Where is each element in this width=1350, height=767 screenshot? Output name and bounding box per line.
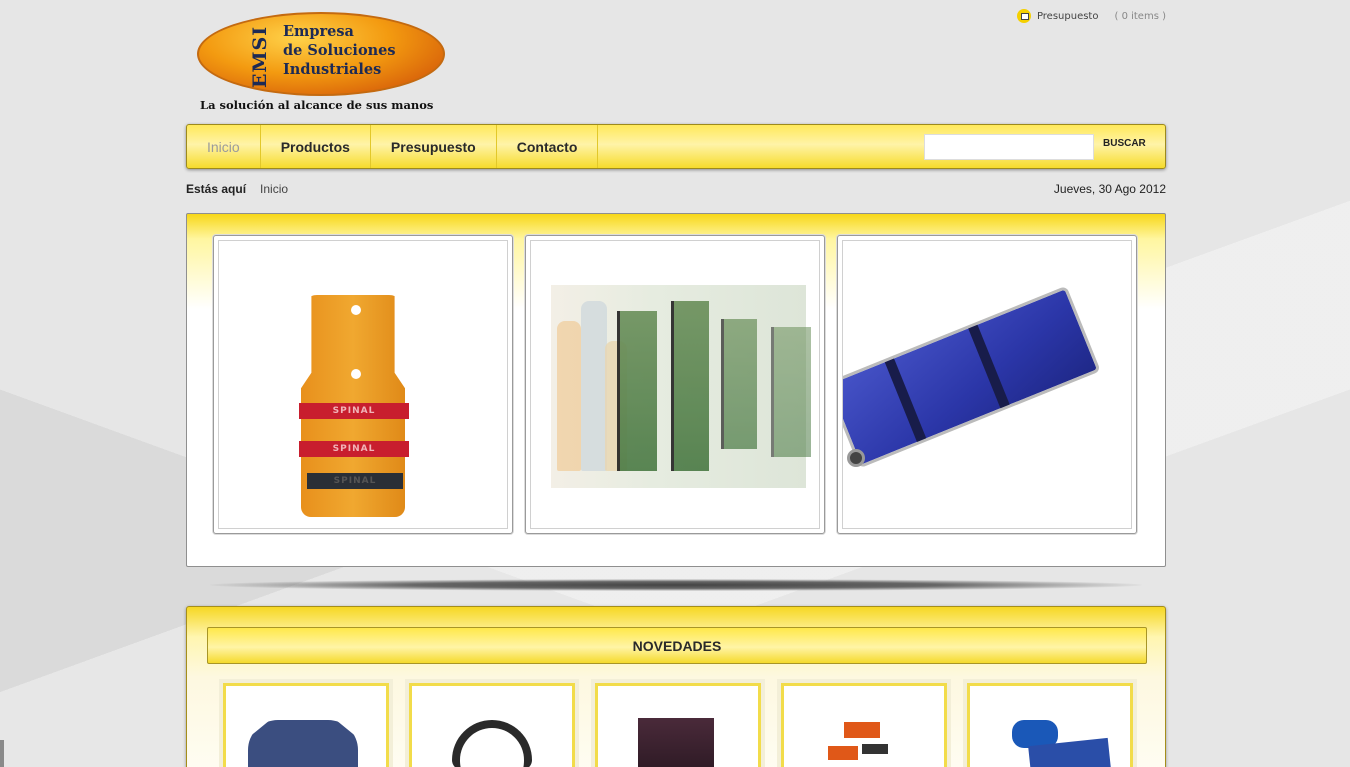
splint xyxy=(617,311,657,471)
main-nav: Inicio Productos Presupuesto Contacto BU… xyxy=(186,124,1166,169)
budget-cart[interactable]: Presupuesto ( 0 items ) xyxy=(1016,8,1166,24)
splint xyxy=(721,319,757,449)
strap-red: SPINAL xyxy=(299,441,409,457)
strap-red: SPINAL xyxy=(299,403,409,419)
spinal-board-image: SPINAL SPINAL SPINAL xyxy=(218,240,508,529)
product-card-shirt[interactable] xyxy=(223,683,389,767)
logo-mark: EMSI xyxy=(249,25,271,89)
sam-splint-image xyxy=(862,744,888,754)
logo-name-line: Empresa xyxy=(283,23,354,40)
product-slider: SPINAL SPINAL SPINAL xyxy=(186,213,1166,567)
bottle xyxy=(557,321,581,471)
page-container: EMSI Empresa de Soluciones Industriales … xyxy=(186,0,1166,767)
cart-icon[interactable] xyxy=(1016,9,1031,23)
board-hole xyxy=(351,305,361,315)
product-card-belt[interactable] xyxy=(409,683,575,767)
stretcher-body xyxy=(843,285,1101,469)
breadcrumb-current: Inicio xyxy=(260,182,289,196)
stretcher-strap xyxy=(968,324,1010,409)
board-hole xyxy=(351,369,361,379)
logo-tagline: La solución al alcance de sus manos xyxy=(200,98,434,112)
stretcher-image xyxy=(842,240,1132,529)
slide-stretcher[interactable] xyxy=(837,235,1137,534)
novedades-panel: NOVEDADES xyxy=(186,606,1166,767)
strap-dark: SPINAL xyxy=(307,473,403,489)
scroll-edge xyxy=(0,740,4,767)
shirt-image xyxy=(248,720,358,767)
bottle xyxy=(581,301,607,471)
case-image xyxy=(638,718,714,767)
logo-name-line: Industriales xyxy=(283,61,382,78)
logo-name: Empresa de Soluciones Industriales xyxy=(283,22,443,79)
splint xyxy=(671,301,709,471)
nav-item-contacto[interactable]: Contacto xyxy=(497,125,599,168)
search-input[interactable] xyxy=(924,134,1094,160)
product-card-case[interactable] xyxy=(595,683,761,767)
logo-name-line: de Soluciones xyxy=(283,42,396,59)
nav-item-presupuesto[interactable]: Presupuesto xyxy=(371,125,497,168)
nav-item-inicio[interactable]: Inicio xyxy=(187,125,261,168)
nav-item-productos[interactable]: Productos xyxy=(261,125,371,168)
shadow-divider xyxy=(210,579,1142,591)
product-card-sam-splint[interactable] xyxy=(781,683,947,767)
belt-image xyxy=(452,720,532,767)
product-card-bag[interactable] xyxy=(967,683,1133,767)
sam-splint-image xyxy=(828,746,858,760)
splints-image xyxy=(530,240,820,529)
splint xyxy=(771,327,811,457)
stretcher-strap xyxy=(884,358,927,442)
current-date: Jueves, 30 Ago 2012 xyxy=(1053,182,1166,196)
novedades-title: NOVEDADES xyxy=(207,627,1147,664)
breadcrumb-label: Estás aquí xyxy=(186,182,247,196)
search-button[interactable]: BUSCAR xyxy=(1103,138,1146,149)
slide-spinal-board[interactable]: SPINAL SPINAL SPINAL xyxy=(213,235,513,534)
site-logo[interactable]: EMSI Empresa de Soluciones Industriales … xyxy=(197,10,447,115)
slide-splints[interactable] xyxy=(525,235,825,534)
sam-splint-image xyxy=(844,722,880,738)
breadcrumb: Estás aquí Inicio xyxy=(186,182,288,196)
cart-label[interactable]: Presupuesto xyxy=(1037,11,1099,22)
cart-count: ( 0 items ) xyxy=(1114,10,1166,22)
wheel xyxy=(847,449,865,467)
